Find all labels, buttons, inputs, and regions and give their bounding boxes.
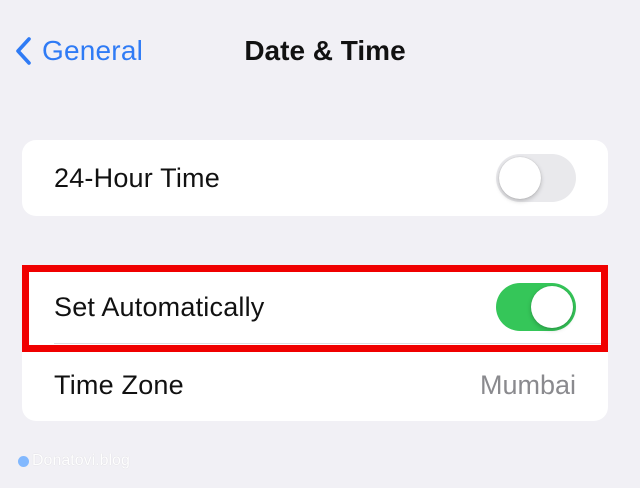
toggle-set-automatically[interactable] [496, 283, 576, 331]
row-set-automatically: Set Automatically [22, 269, 608, 345]
row-time-zone[interactable]: Time Zone Mumbai [22, 347, 608, 423]
toggle-24-hour-time[interactable] [496, 154, 576, 202]
row-label-set-automatically: Set Automatically [54, 291, 265, 322]
page-title: Date & Time [244, 35, 406, 66]
navigation-bar: General Date & Time [0, 0, 640, 100]
row-label-time-zone: Time Zone [54, 369, 184, 400]
toggle-knob [499, 157, 541, 199]
row-separator [54, 343, 608, 344]
time-zone-value: Mumbai [479, 369, 576, 400]
row-24-hour-time: 24-Hour Time [22, 140, 608, 216]
row-label-24-hour-time: 24-Hour Time [54, 162, 220, 193]
settings-group-automatic: Set Automatically Time Zone Mumbai [22, 265, 608, 421]
watermark: Donatovi.blog [18, 452, 130, 470]
watermark-text: Donatovi.blog [32, 452, 130, 469]
toggle-knob [531, 286, 573, 328]
settings-group-time-format: 24-Hour Time [22, 140, 608, 216]
blue-dot-icon [18, 455, 29, 467]
